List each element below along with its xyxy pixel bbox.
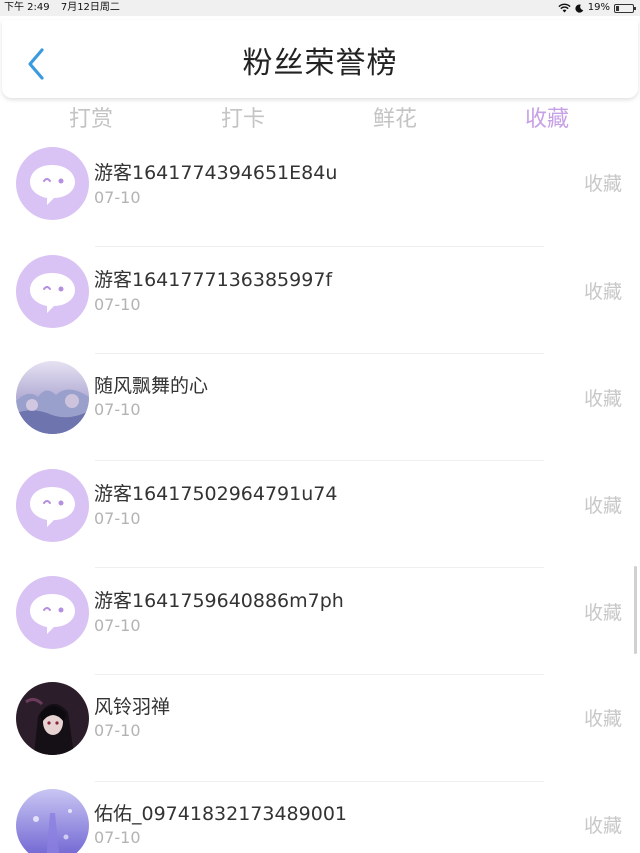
avatar — [16, 255, 89, 328]
favorite-label: 收藏 — [583, 388, 622, 410]
avatar — [16, 789, 89, 853]
list-item[interactable]: 游客1641759640886m7ph 07-10 收藏 — [0, 568, 640, 675]
favorite-label: 收藏 — [583, 281, 622, 303]
battery-percent: 19% — [587, 2, 610, 13]
tab-favorites[interactable]: 收藏 — [497, 104, 597, 136]
landscape-avatar-image — [16, 361, 89, 434]
nav-header: 粉丝荣誉榜 — [2, 20, 638, 98]
tab-bar: 打赏 打卡 鲜花 收藏 — [0, 100, 640, 140]
list-item[interactable]: 游客16417502964791u74 07-10 收藏 — [0, 461, 640, 568]
favorite-label: 收藏 — [583, 495, 622, 517]
fan-date: 07-10 — [94, 295, 141, 314]
favorite-label: 收藏 — [583, 708, 622, 730]
chat-bubble-icon — [30, 165, 75, 205]
avatar — [16, 469, 89, 542]
fan-name: 风铃羽禅 — [94, 696, 171, 718]
fan-date: 07-10 — [94, 400, 141, 419]
fan-list[interactable]: 游客1641774394651E84u 07-10 收藏 游客164177713… — [0, 140, 640, 853]
fan-date: 07-10 — [94, 616, 141, 635]
fan-date: 07-10 — [94, 721, 141, 740]
scrollbar[interactable] — [634, 566, 637, 654]
tab-reward[interactable]: 打赏 — [41, 104, 141, 136]
fan-name: 游客1641759640886m7ph — [94, 590, 344, 612]
wifi-icon — [558, 3, 571, 13]
avatar — [16, 361, 89, 434]
avatar — [16, 576, 89, 649]
favorite-label: 收藏 — [583, 173, 622, 195]
fan-date: 07-10 — [94, 828, 141, 847]
fan-date: 07-10 — [94, 509, 141, 528]
fan-name: 游客16417502964791u74 — [94, 483, 338, 505]
list-item[interactable]: 佑佑_09741832173489001 07-10 收藏 — [0, 782, 640, 853]
page-title: 粉丝荣誉榜 — [242, 46, 398, 81]
chat-bubble-icon — [30, 487, 75, 527]
list-item[interactable]: 随风飘舞的心 07-10 收藏 — [0, 354, 640, 461]
avatar — [16, 682, 89, 755]
fan-name: 佑佑_09741832173489001 — [94, 803, 348, 825]
chat-bubble-icon — [30, 273, 75, 313]
battery-icon — [614, 3, 636, 13]
purple-avatar-image — [16, 789, 89, 853]
status-time: 下午 2:49 — [4, 2, 50, 13]
fan-name: 随风飘舞的心 — [94, 375, 209, 397]
chat-bubble-icon — [30, 594, 75, 634]
status-date: 7月12日周二 — [60, 2, 120, 13]
fan-date: 07-10 — [94, 188, 141, 207]
moon-icon — [575, 3, 584, 13]
fan-name: 游客1641774394651E84u — [94, 162, 338, 184]
portrait-avatar-image — [16, 682, 89, 755]
favorite-label: 收藏 — [583, 602, 622, 624]
list-item[interactable]: 游客1641777136385997f 07-10 收藏 — [0, 247, 640, 354]
fan-name: 游客1641777136385997f — [94, 269, 333, 291]
list-item[interactable]: 风铃羽禅 07-10 收藏 — [0, 675, 640, 782]
status-bar: 下午 2:49 7月12日周二 19% — [0, 0, 640, 16]
list-item[interactable]: 游客1641774394651E84u 07-10 收藏 — [0, 140, 640, 247]
favorite-label: 收藏 — [583, 815, 622, 837]
avatar — [16, 147, 89, 220]
tab-flowers[interactable]: 鲜花 — [345, 104, 445, 136]
tab-checkin[interactable]: 打卡 — [193, 104, 293, 136]
